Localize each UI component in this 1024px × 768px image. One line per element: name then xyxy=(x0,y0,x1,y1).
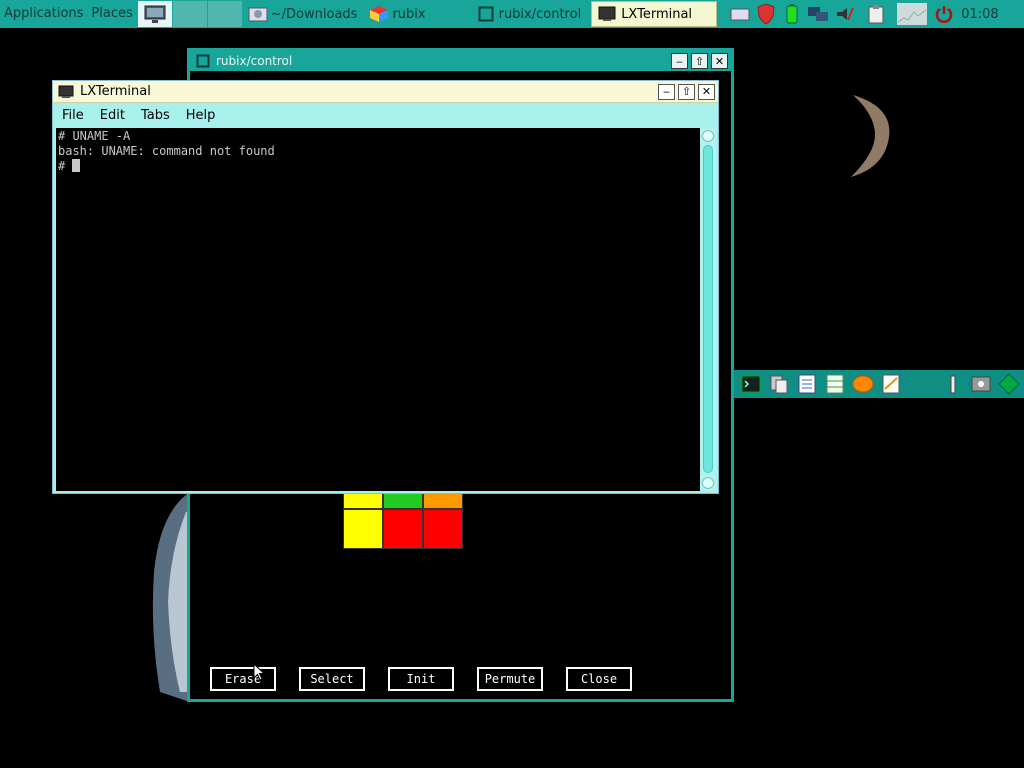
volume-icon[interactable] xyxy=(833,3,855,25)
diamond-icon[interactable] xyxy=(998,373,1020,395)
web-browser-icon[interactable] xyxy=(852,373,874,395)
notes-icon[interactable] xyxy=(880,373,902,395)
terminal-line: bash: UNAME: command not found xyxy=(58,144,275,158)
text-cursor xyxy=(72,159,81,172)
terminal-icon xyxy=(598,6,616,21)
network-icon[interactable] xyxy=(807,3,829,25)
minimize-button[interactable]: ‒ xyxy=(671,53,688,69)
menu-help[interactable]: Help xyxy=(177,108,223,123)
workspace-2-button[interactable] xyxy=(207,1,242,27)
maximize-button[interactable]: ⇧ xyxy=(678,83,695,100)
maximize-icon: ⇧ xyxy=(694,54,705,68)
file-manager-icon[interactable] xyxy=(768,373,790,395)
terminal-line: # UNAME -A xyxy=(58,129,131,143)
show-desktop-button[interactable] xyxy=(137,1,172,27)
cube-cell[interactable] xyxy=(383,509,423,549)
maximize-icon: ⇧ xyxy=(681,85,692,98)
minimize-icon: ‒ xyxy=(663,85,670,98)
earth-image xyxy=(152,492,190,702)
task-rubix-control[interactable]: rubix/control xyxy=(472,1,588,27)
menu-edit[interactable]: Edit xyxy=(91,108,132,123)
close-button[interactable]: Close xyxy=(566,667,632,691)
permute-button[interactable]: Permute xyxy=(477,667,543,691)
cube-cell[interactable] xyxy=(343,509,383,549)
keyboard-icon[interactable] xyxy=(729,3,751,25)
application-dock xyxy=(734,370,1024,398)
spreadsheet-icon[interactable] xyxy=(824,373,846,395)
maximize-button[interactable]: ⇧ xyxy=(691,53,708,69)
scroll-up-button[interactable] xyxy=(702,130,714,142)
select-button[interactable]: Select xyxy=(299,667,365,691)
init-button[interactable]: Init xyxy=(388,667,454,691)
system-tray: 01:08 xyxy=(727,0,1002,28)
monitor-icon[interactable] xyxy=(970,373,992,395)
window-icon xyxy=(196,54,210,68)
folder-network-icon xyxy=(248,7,268,22)
task-label: LXTerminal xyxy=(621,6,693,22)
erase-button[interactable]: Erase xyxy=(210,667,276,691)
rubix-cube-face[interactable] xyxy=(343,489,465,553)
places-menu[interactable]: Places xyxy=(87,0,136,28)
terminal-menu-bar: File Edit Tabs Help xyxy=(53,103,718,127)
task-label: ~/Downloads xyxy=(270,6,358,22)
monitor-icon xyxy=(144,5,166,23)
task-rubix[interactable]: rubix xyxy=(363,1,431,27)
window-title: rubix/control xyxy=(216,54,293,68)
minimize-button[interactable]: ‒ xyxy=(658,83,675,100)
cube-cell[interactable] xyxy=(423,509,463,549)
rubix-cube-icon xyxy=(370,6,389,22)
power-icon[interactable] xyxy=(933,3,955,25)
terminal-output[interactable]: # UNAME -A bash: UNAME: command not found… xyxy=(56,128,716,491)
shield-icon[interactable] xyxy=(755,3,777,25)
terminal-text: # UNAME -A bash: UNAME: command not found… xyxy=(58,129,275,174)
text-editor-icon[interactable] xyxy=(796,373,818,395)
rubix-title-bar[interactable]: rubix/control ‒ ⇧ ✕ xyxy=(190,51,731,71)
applications-menu[interactable]: Applications xyxy=(0,0,87,28)
battery-icon[interactable] xyxy=(781,3,803,25)
terminal-icon xyxy=(58,85,74,98)
clock[interactable]: 01:08 xyxy=(961,7,998,22)
workspace-1-button[interactable] xyxy=(172,1,207,27)
window-title: LXTerminal xyxy=(80,84,151,99)
task-label: rubix xyxy=(392,6,426,22)
mouse-pointer-icon xyxy=(253,663,265,681)
close-window-button[interactable]: ✕ xyxy=(711,53,728,69)
terminal-scrollbar[interactable] xyxy=(700,128,716,491)
moon-image xyxy=(851,95,890,177)
lxterminal-window: LXTerminal ‒ ⇧ ✕ File Edit Tabs Help # U… xyxy=(52,80,719,494)
menu-file[interactable]: File xyxy=(53,108,91,123)
terminal-prompt: # xyxy=(58,159,73,173)
menu-tabs[interactable]: Tabs xyxy=(132,108,177,123)
minimize-icon: ‒ xyxy=(676,54,683,68)
window-icon xyxy=(478,6,494,22)
terminal-prompt-line: # xyxy=(58,159,275,174)
terminal-icon[interactable] xyxy=(740,373,762,395)
task-downloads[interactable]: ~/Downloads xyxy=(242,1,364,27)
clipboard-icon[interactable] xyxy=(865,3,887,25)
scroll-down-button[interactable] xyxy=(702,477,714,489)
task-lxterminal[interactable]: LXTerminal xyxy=(591,1,718,27)
task-label: rubix/control xyxy=(498,6,582,22)
settings-tools-icon[interactable] xyxy=(942,373,964,395)
close-icon: ✕ xyxy=(701,85,712,98)
scroll-thumb[interactable] xyxy=(703,145,713,473)
close-window-button[interactable]: ✕ xyxy=(698,83,715,100)
cpu-graph-icon[interactable] xyxy=(897,3,928,25)
top-panel: Applications Places ~/Downloads rubix ru… xyxy=(0,0,1024,28)
terminal-title-bar[interactable]: LXTerminal ‒ ⇧ ✕ xyxy=(53,81,718,103)
close-icon: ✕ xyxy=(714,54,725,68)
